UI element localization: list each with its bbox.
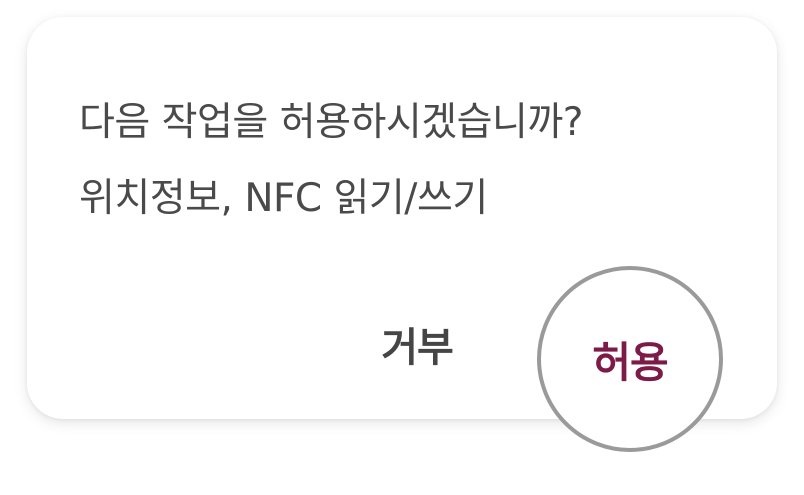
permission-message: 다음 작업을 허용하시겠습니까? 위치정보, NFC 읽기/쓰기	[79, 85, 759, 237]
allow-button[interactable]: 허용	[537, 266, 723, 452]
screen: 다음 작업을 허용하시겠습니까? 위치정보, NFC 읽기/쓰기 거부 허용	[0, 0, 804, 495]
permission-detail: 위치정보, NFC 읽기/쓰기	[79, 176, 488, 221]
permission-question: 다음 작업을 허용하시겠습니까?	[79, 100, 583, 145]
deny-button[interactable]: 거부	[360, 314, 474, 374]
